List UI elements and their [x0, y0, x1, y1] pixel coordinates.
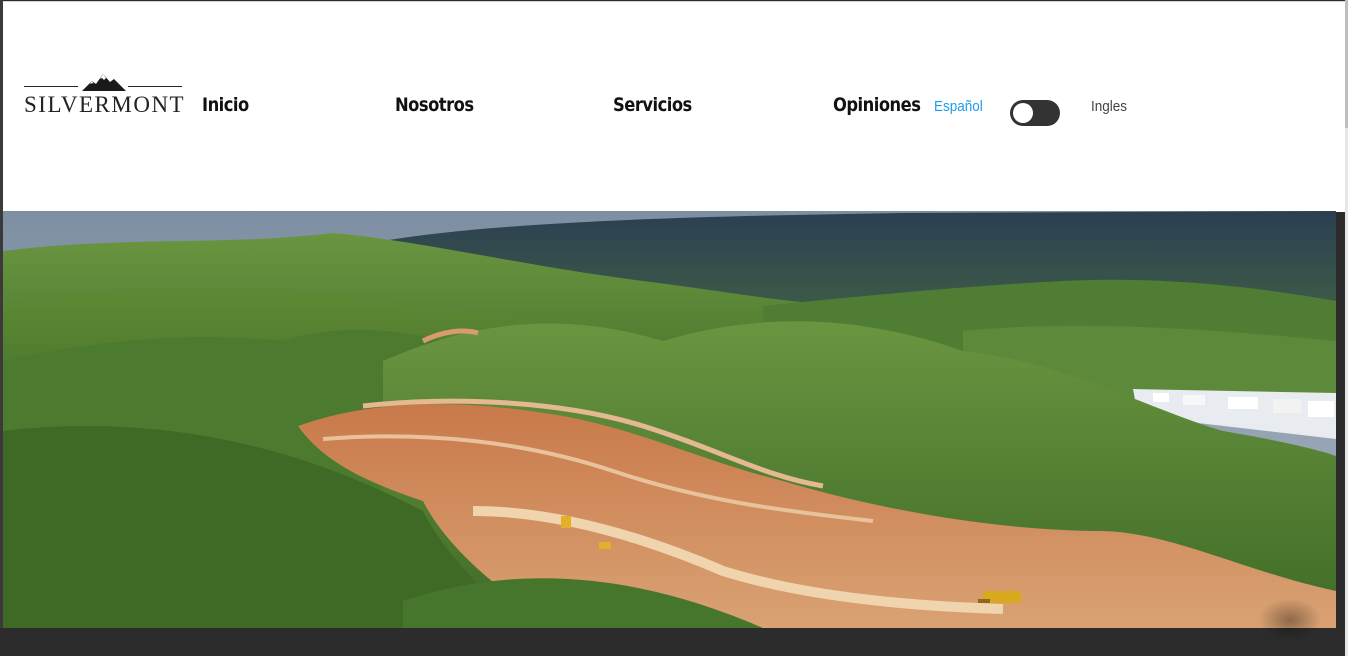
nav-opiniones[interactable]: Opiniones — [833, 94, 921, 116]
logo-wordmark: SILVERMONT — [24, 92, 186, 117]
silvermont-logo[interactable]: SILVERMONT — [24, 74, 184, 118]
hero-image — [3, 211, 1336, 628]
toggle-knob — [1013, 103, 1033, 123]
logo-rule-right — [128, 86, 182, 87]
floating-button-shadow — [1258, 598, 1322, 642]
site-header: SILVERMONT Inicio Nosotros Servicios Opi… — [3, 1, 1345, 212]
logo-rule-left — [24, 86, 78, 87]
mountain-icon — [82, 74, 126, 91]
language-spanish[interactable]: Español — [934, 98, 983, 115]
nav-servicios[interactable]: Servicios — [613, 94, 692, 116]
language-english[interactable]: Ingles — [1091, 98, 1127, 115]
nav-nosotros[interactable]: Nosotros — [395, 94, 474, 116]
hero-landscape-illustration — [3, 211, 1336, 628]
nav-inicio[interactable]: Inicio — [202, 94, 249, 116]
language-toggle[interactable] — [1010, 100, 1060, 126]
bottom-dark-bar — [0, 628, 1348, 656]
